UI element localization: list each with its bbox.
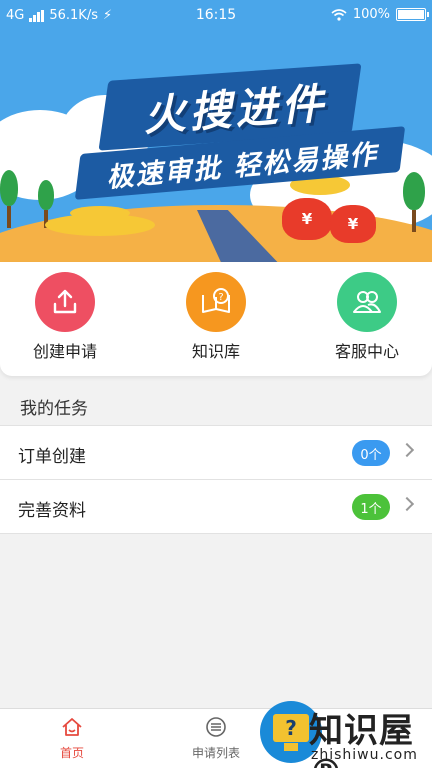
coin-pile — [70, 206, 130, 220]
task-row-order-create[interactable]: 订单创建 0个 — [0, 426, 432, 480]
quick-actions-card: 创建申请 ? 知识库 客服中心 — [0, 262, 432, 376]
users-icon — [337, 272, 397, 332]
wifi-icon — [331, 8, 347, 21]
svg-text:?: ? — [218, 292, 223, 303]
home-icon — [62, 718, 82, 736]
book-question-icon: ? — [186, 272, 246, 332]
task-list: 订单创建 0个 完善资料 1个 — [0, 425, 432, 534]
list-icon — [206, 717, 226, 737]
promo-banner[interactable]: ¥ ¥ 火搜进件 极速审批 轻松易操作 — [0, 0, 432, 262]
knowledge-base-button[interactable]: ? 知识库 — [151, 272, 281, 362]
money-bag-icon: ¥ — [282, 198, 332, 240]
task-row-complete-info[interactable]: 完善资料 1个 — [0, 480, 432, 534]
tree-shape — [0, 170, 18, 228]
upload-icon — [35, 272, 95, 332]
create-application-label: 创建申请 — [32, 342, 97, 361]
task-count-badge: 0个 — [352, 440, 390, 466]
tree-shape — [403, 172, 425, 232]
battery-icon — [396, 8, 429, 21]
site-watermark: ? 知识屋® zhishiwu.com — [235, 701, 432, 768]
task-name: 订单创建 — [18, 447, 86, 467]
knowledge-base-label: 知识库 — [191, 342, 240, 361]
customer-service-button[interactable]: 客服中心 — [302, 272, 432, 362]
chevron-right-icon — [399, 442, 415, 458]
watermark-url: zhishiwu.com — [311, 747, 418, 763]
tab-home-label: 首页 — [59, 746, 84, 760]
task-name: 完善资料 — [18, 501, 86, 521]
tasks-section-title: 我的任务 — [20, 399, 88, 419]
task-count-badge: 1个 — [352, 494, 390, 520]
status-bar: 4G 56.1K/s ⚡ 16:15 100% — [0, 0, 432, 32]
tab-home[interactable]: 首页 — [32, 717, 112, 761]
create-application-button[interactable]: 创建申请 — [0, 272, 130, 362]
customer-service-label: 客服中心 — [334, 342, 399, 361]
money-bag-icon: ¥ — [330, 205, 376, 243]
chevron-right-icon — [399, 496, 415, 512]
battery-percent: 100% — [352, 7, 390, 22]
